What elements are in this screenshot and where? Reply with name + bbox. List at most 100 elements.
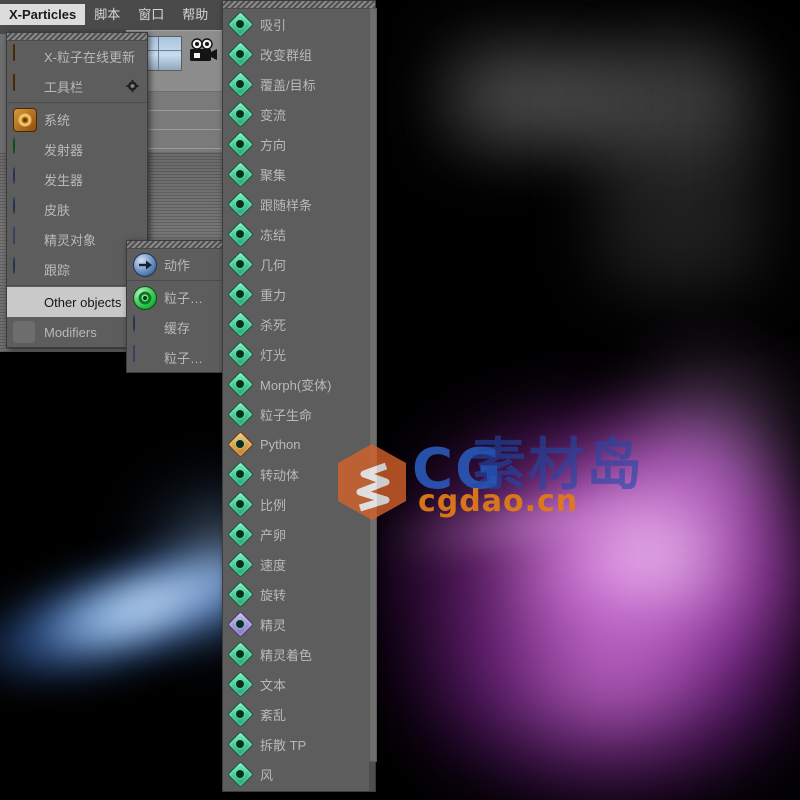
menu-item-label: 产卵 <box>260 527 287 543</box>
background-smoke-blob-2 <box>600 60 760 290</box>
modifiers-list: 吸引改变群组覆盖/目标变流方向 聚集跟随样条冻结 几何重力杀死 灯光 Morph(变体)… <box>223 9 375 789</box>
menu-item-modifier[interactable]: 冻结 <box>223 219 375 249</box>
cover-target-icon <box>227 71 254 98</box>
menu-item-label: 发生器 <box>44 172 84 188</box>
menu-item-generator[interactable]: 发生器 <box>7 164 147 194</box>
scrollbar-thumb[interactable] <box>369 8 377 762</box>
menu-drag-grip[interactable] <box>223 1 375 9</box>
gear-icon[interactable] <box>126 79 139 93</box>
magenta-plume-top <box>600 330 800 530</box>
menu-item-action[interactable]: 动作 <box>127 249 223 279</box>
gravity-icon <box>227 281 254 308</box>
modifiers-icon <box>13 321 35 343</box>
unlink-tp-icon <box>227 731 254 758</box>
menu-item-label: 系统 <box>44 112 71 128</box>
menu-bar: X-Particles 脚本 窗口 帮助 <box>0 0 225 28</box>
particle-deformer-icon <box>133 345 155 368</box>
particle-life-icon <box>227 401 254 428</box>
menu-item-cache[interactable]: 缓存 <box>127 312 223 342</box>
menu-item-modifier[interactable]: Morph(变体) <box>223 369 375 399</box>
menu-item-modifier[interactable]: 跟随样条 <box>223 189 375 219</box>
menu-item-modifier[interactable]: 变流 <box>223 99 375 129</box>
menu-item-modifier[interactable]: 覆盖/目标 <box>223 69 375 99</box>
menu-item-modifier[interactable]: 比例 <box>223 489 375 519</box>
magenta-cloud-lower <box>400 600 800 800</box>
menu-item-toolbar[interactable]: 工具栏 <box>7 71 147 101</box>
menu-item-label: 动作 <box>164 257 191 273</box>
menu-item-emitter[interactable]: 发射器 <box>7 134 147 164</box>
menu-item-label: 跟随样条 <box>260 197 313 213</box>
update-icon <box>13 44 35 67</box>
menu-item-modifier[interactable]: 粒子生命 <box>223 399 375 429</box>
menu-item-modifier[interactable]: 转动体 <box>223 459 375 489</box>
menu-item-label: Python <box>260 436 301 452</box>
turbulence-icon <box>227 701 254 728</box>
menu-item-label: 变流 <box>260 107 287 123</box>
menu-item-modifier[interactable]: 风 <box>223 759 375 789</box>
text-icon <box>227 671 254 698</box>
magenta-streak <box>368 486 672 562</box>
menu-item-modifier[interactable]: 紊乱 <box>223 699 375 729</box>
menu-item-modifier[interactable]: 精灵着色 <box>223 639 375 669</box>
menu-drag-grip[interactable] <box>127 241 223 249</box>
menu-item-modifier[interactable]: 文本 <box>223 669 375 699</box>
menu-item-modifier[interactable]: 改变群组 <box>223 39 375 69</box>
menu-item-particle-group[interactable]: 粒子群组 <box>127 282 223 312</box>
menu-item-modifier[interactable]: 速度 <box>223 549 375 579</box>
menu-item-label: Modifiers <box>44 324 97 340</box>
menu-item-label: 重力 <box>260 287 287 303</box>
geometry-icon <box>227 251 254 278</box>
menu-item-modifier[interactable]: 拆散 TP <box>223 729 375 759</box>
speed-icon <box>227 551 254 578</box>
skin-icon <box>13 197 35 220</box>
follow-icon <box>227 161 254 188</box>
menubar-item-help[interactable]: 帮助 <box>173 4 217 25</box>
wind-icon <box>227 761 254 788</box>
modifiers-submenu: 吸引改变群组覆盖/目标变流方向 聚集跟随样条冻结 几何重力杀死 灯光 Morph(变体)… <box>222 0 377 792</box>
menu-item-online-update[interactable]: X-粒子在线更新 <box>7 41 147 71</box>
rotator-icon <box>227 461 254 488</box>
menu-item-modifier[interactable]: 重力 <box>223 279 375 309</box>
menu-item-skin[interactable]: 皮肤 <box>7 194 147 224</box>
menu-item-modifier[interactable]: 杀死 <box>223 309 375 339</box>
spawn-icon <box>227 521 254 548</box>
menu-drag-grip[interactable] <box>7 33 147 41</box>
menu-item-label: 工具栏 <box>44 79 84 95</box>
menu-item-modifier[interactable]: 旋转 <box>223 579 375 609</box>
rotation-icon <box>227 581 254 608</box>
menu-item-particle-deformer[interactable]: 粒子变形 <box>127 342 223 372</box>
menu-item-label: 改变群组 <box>260 47 313 63</box>
menu-item-label: 粒子群组 <box>164 290 215 306</box>
menu-item-label: 吸引 <box>260 17 287 33</box>
action-icon <box>133 253 157 277</box>
menu-item-label: 精灵着色 <box>260 647 313 663</box>
toolbar-icon <box>13 74 35 97</box>
menu-item-system[interactable]: 系统 <box>7 104 147 134</box>
menu-item-modifier[interactable]: 产卵 <box>223 519 375 549</box>
menu-item-modifier[interactable]: 灯光 <box>223 339 375 369</box>
menu-item-modifier[interactable]: 聚集 <box>223 159 375 189</box>
menu-item-label: 缓存 <box>164 320 191 336</box>
menubar-item-x-particles[interactable]: X-Particles <box>0 3 86 25</box>
menubar-item-script[interactable]: 脚本 <box>85 4 129 25</box>
menu-item-label: Morph(变体) <box>260 377 332 393</box>
magenta-cloud-bright <box>520 430 800 700</box>
menu-item-modifier[interactable]: 几何 <box>223 249 375 279</box>
menu-item-modifier[interactable]: 方向 <box>223 129 375 159</box>
menu-separator <box>127 280 223 281</box>
menu-item-label: 精灵 <box>260 617 287 633</box>
menu-item-modifier[interactable]: Python <box>223 429 375 459</box>
flow-icon <box>227 101 254 128</box>
menu-item-modifier[interactable]: 吸引 <box>223 9 375 39</box>
menu-item-label: 紊乱 <box>260 707 287 723</box>
menu-item-label: 旋转 <box>260 587 287 603</box>
other-objects-icon <box>13 291 35 313</box>
menu-item-label: X-粒子在线更新 <box>44 49 136 65</box>
menubar-item-window[interactable]: 窗口 <box>129 4 173 25</box>
menu-item-modifier[interactable]: 精灵 <box>223 609 375 639</box>
modifiers-scrollbar[interactable] <box>369 8 377 791</box>
system-gear-icon <box>13 108 37 132</box>
python-icon <box>227 431 254 458</box>
screenshot-root: X-Particles 脚本 窗口 帮助 X-粒子在线更新 工具栏 系统 发射器… <box>0 0 800 800</box>
menu-item-label: 风 <box>260 767 274 783</box>
